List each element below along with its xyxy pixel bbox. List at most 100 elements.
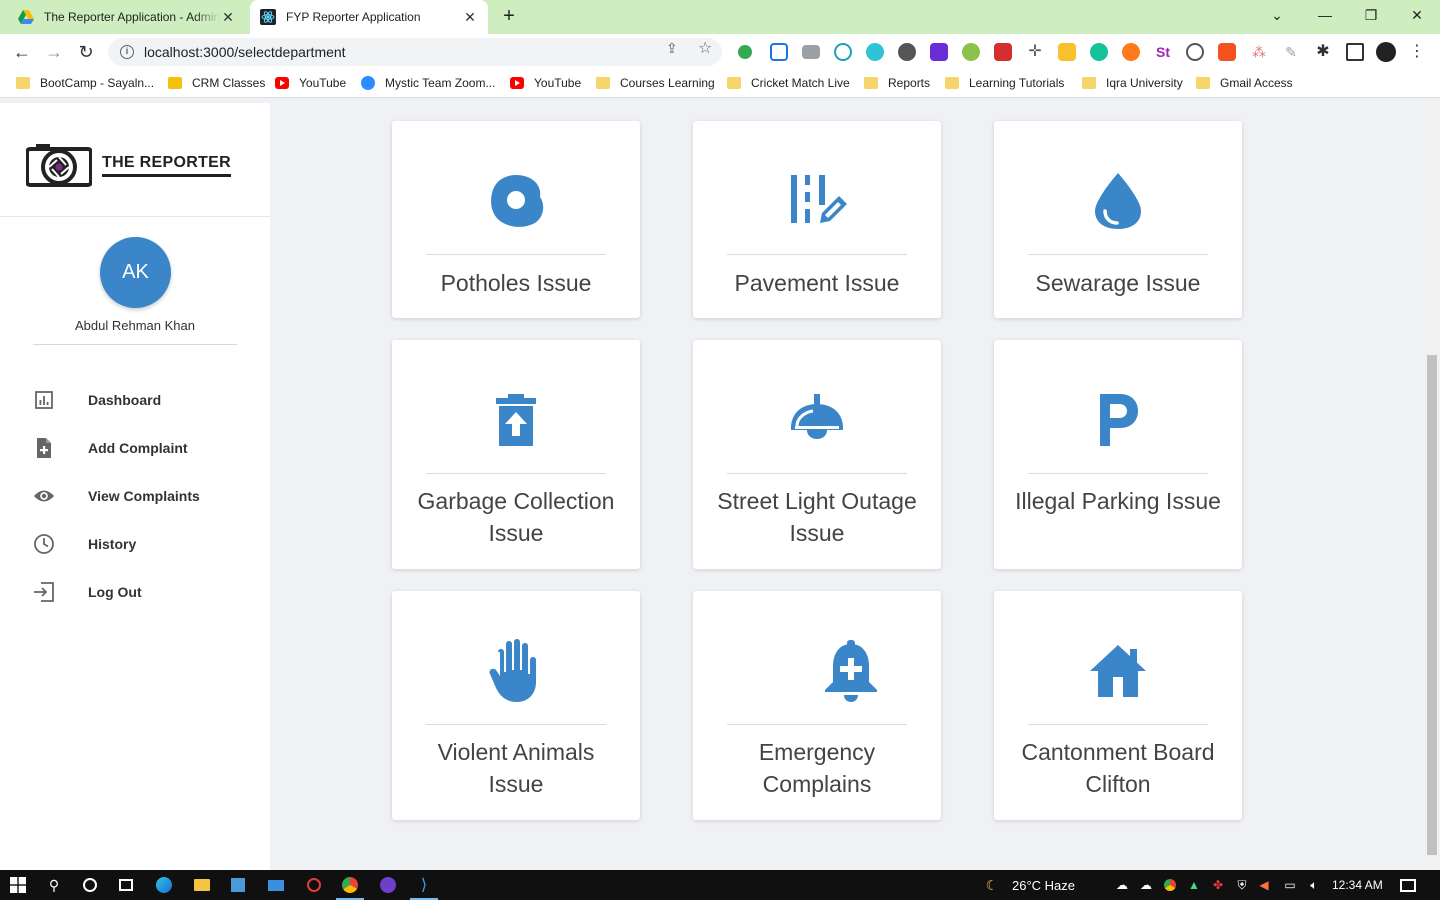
url-text: localhost:3000/selectdepartment [144, 44, 346, 60]
camera-extension-icon[interactable] [802, 45, 820, 59]
extension-icon[interactable] [930, 43, 948, 61]
bookmark-item[interactable]: Cricket Match Live [727, 76, 850, 90]
bookmark-item[interactable]: YouTube [275, 76, 346, 90]
bookmark-item[interactable]: Reports [864, 76, 930, 90]
department-card-illegal-parking[interactable]: Illegal Parking Issue [994, 340, 1242, 569]
bookmark-item[interactable]: Learning Tutorials [945, 76, 1064, 90]
puzzle-icon[interactable]: ✱ [1314, 43, 1332, 61]
share-icon[interactable]: ⇪ [666, 40, 678, 57]
minimize-button[interactable]: — [1302, 0, 1348, 30]
bookmark-item[interactable]: Iqra University [1082, 76, 1183, 90]
bookmark-star-icon[interactable]: ☆ [698, 38, 712, 58]
extension-icon[interactable] [770, 43, 788, 61]
clock-time[interactable]: 12:34 AM [1332, 878, 1383, 892]
store-icon[interactable] [228, 875, 248, 895]
tab-search-icon[interactable]: ⌄ [1254, 0, 1300, 30]
app-tray-icon[interactable]: ✤ [1208, 875, 1228, 895]
department-card-violent-animals[interactable]: Violent Animals Issue [392, 591, 640, 820]
department-card-pavement[interactable]: Pavement Issue [693, 121, 941, 318]
menu-kebab-icon[interactable]: ⋮ [1408, 43, 1426, 61]
weather-text[interactable]: 26°C Haze [1012, 878, 1075, 893]
chrome-tray-icon[interactable] [1160, 875, 1180, 895]
side-panel-icon[interactable] [1346, 43, 1364, 61]
extension-icon[interactable] [738, 45, 752, 59]
windows-start-icon[interactable] [8, 875, 28, 895]
volume-icon[interactable]: 🔈︎ [1304, 875, 1324, 895]
department-card-street-light[interactable]: Street Light Outage Issue [693, 340, 941, 569]
new-tab-button[interactable]: + [498, 6, 520, 28]
tab-fyp-reporter[interactable]: FYP Reporter Application ✕ [250, 0, 488, 34]
extension-icon[interactable] [1058, 43, 1076, 61]
app-tray-icon[interactable]: ◀ [1254, 875, 1274, 895]
tab-close-icon[interactable]: ✕ [220, 9, 236, 26]
cortana-icon[interactable] [80, 875, 100, 895]
github-icon[interactable] [378, 875, 398, 895]
bookmark-item[interactable]: BootCamp - Sayaln... [16, 76, 154, 90]
menu-item-view-complaints[interactable]: View Complaints [0, 476, 270, 516]
network-icon[interactable]: ▭ [1280, 875, 1300, 895]
task-view-icon[interactable] [116, 875, 136, 895]
address-bar[interactable]: i localhost:3000/selectdepartment [108, 38, 722, 66]
vscode-icon[interactable]: ⟩ [410, 875, 438, 900]
weather-icon[interactable]: ☾ [982, 875, 1002, 895]
file-explorer-icon[interactable] [192, 875, 212, 895]
avatar[interactable]: AK [100, 237, 171, 308]
bookmark-item[interactable]: Mystic Team Zoom... [361, 76, 495, 90]
extension-icon[interactable]: St [1154, 43, 1172, 61]
divider [727, 724, 907, 725]
bookmark-item[interactable]: CRM Classes [168, 76, 265, 90]
profile-avatar[interactable] [1376, 42, 1396, 62]
menu-label: Log Out [88, 584, 142, 600]
extension-icon[interactable] [834, 43, 852, 61]
pothole-icon [392, 169, 640, 233]
department-card-garbage[interactable]: Garbage Collection Issue [392, 340, 640, 569]
reload-icon[interactable]: ↻ [74, 40, 98, 64]
menu-item-dashboard[interactable]: Dashboard [0, 380, 270, 420]
extension-icon[interactable]: ✎ [1282, 43, 1300, 61]
app-icon[interactable] [304, 875, 324, 895]
tab-admin[interactable]: The Reporter Application - Admin ✕ [8, 0, 246, 34]
department-label: Street Light Outage Issue [717, 488, 917, 546]
cloud-icon[interactable]: ☁ [1112, 875, 1132, 895]
department-card-sewarage[interactable]: Sewarage Issue [994, 121, 1242, 318]
bookmarks-bar: BootCamp - Sayaln... CRM Classes YouTube… [0, 70, 1440, 98]
menu-item-logout[interactable]: Log Out [0, 572, 270, 612]
mail-icon[interactable] [266, 875, 286, 895]
bookmark-item[interactable]: Gmail Access [1196, 76, 1293, 90]
drive-tray-icon[interactable]: ▲ [1184, 875, 1204, 895]
back-arrow-icon[interactable]: ← [10, 40, 34, 64]
extension-icon[interactable] [1218, 43, 1236, 61]
department-card-potholes[interactable]: Potholes Issue [392, 121, 640, 318]
chrome-icon[interactable] [336, 875, 364, 900]
onedrive-icon[interactable]: ☁ [1136, 875, 1156, 895]
react-icon [260, 9, 276, 25]
notifications-icon[interactable] [1398, 875, 1418, 895]
bookmark-item[interactable]: Courses Learning [596, 76, 715, 90]
extension-icon[interactable] [866, 43, 884, 61]
app-logo[interactable]: THE REPORTER [25, 143, 231, 187]
extension-icon[interactable]: ⁂ [1250, 43, 1268, 61]
grammarly-icon[interactable] [1090, 43, 1108, 61]
restore-button[interactable]: ❐ [1348, 0, 1394, 30]
bar-chart-icon [33, 389, 55, 411]
security-tray-icon[interactable]: ⛨ [1232, 875, 1252, 895]
department-card-cantonment[interactable]: Cantonment Board Clifton [994, 591, 1242, 820]
search-icon[interactable]: ⚲ [44, 875, 64, 895]
extension-icon[interactable] [994, 43, 1012, 61]
scrollbar-thumb[interactable] [1427, 355, 1437, 855]
menu-item-add-complaint[interactable]: Add Complaint [0, 428, 270, 468]
extension-icon[interactable] [1186, 43, 1204, 61]
menu-item-history[interactable]: History [0, 524, 270, 564]
move-extension-icon[interactable]: ✛ [1026, 43, 1044, 61]
extension-icon[interactable] [1122, 43, 1140, 61]
close-window-button[interactable]: ✕ [1394, 0, 1440, 30]
extension-icon[interactable] [962, 43, 980, 61]
department-card-emergency[interactable]: Emergency Complains [693, 591, 941, 820]
forward-arrow-icon[interactable]: → [42, 40, 66, 64]
water-drop-icon [994, 169, 1242, 233]
edge-icon[interactable] [154, 875, 174, 895]
info-icon[interactable]: i [120, 45, 134, 59]
extension-icon[interactable] [898, 43, 916, 61]
tab-close-icon[interactable]: ✕ [462, 9, 478, 26]
bookmark-item[interactable]: YouTube [510, 76, 581, 90]
